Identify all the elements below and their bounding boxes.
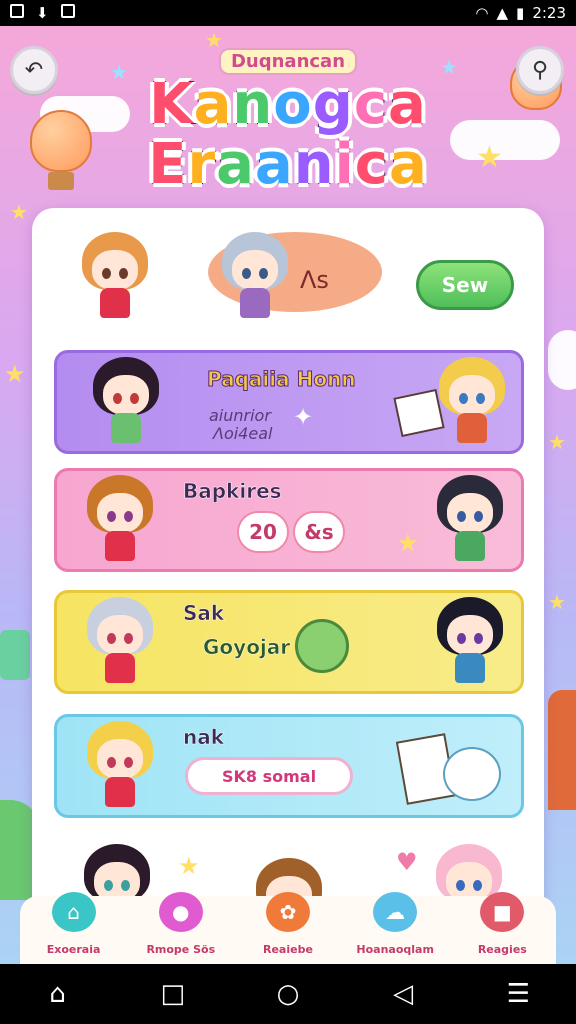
home-icon[interactable]: ⌂ [38,979,78,1009]
card-subtitle: Goyojar [203,635,291,660]
status-bar: ⬇ ◠ ▲ ▮ 2:23 [0,0,576,26]
sparkle-icon: ✦ [293,403,314,431]
character-avatar[interactable] [216,232,294,328]
character-avatar [431,597,509,693]
bottom-tab-bar: ⌂ Exoeraia ● Rmope Sös ✿ Reaiebe ☁ Hoanaoqlam ■ R… [20,892,556,964]
monster-icon [295,619,349,673]
magnifier-icon: ⚲ [531,57,549,83]
card-title: nak [183,725,225,750]
card-decoration [0,630,30,680]
tab-gift[interactable]: ■ Reagies [452,892,552,956]
back-icon[interactable]: ◁ [383,979,423,1009]
strawberry-icon: ✿ [265,892,310,932]
star-icon: ★ [548,430,566,454]
logo-title-line1: Kanogca [148,72,427,137]
bubble-icon: ● [158,892,203,932]
cloud-decoration [450,120,560,160]
character-avatar[interactable] [76,232,154,328]
tab-house[interactable]: ⌂ Exoeraia [24,892,124,956]
image-icon [10,4,24,18]
speech-text: Λs [300,266,329,294]
character-avatar [87,357,165,453]
castle-tower-decoration [548,690,576,810]
star-icon: ★ [10,200,28,224]
search-button[interactable]: ⚲ [516,46,564,94]
main-panel: Λs Sew Paqaiia Honn aiunrior Λoi4eal ✦ B… [32,208,544,978]
house-icon: ⌂ [51,892,96,932]
tab-label: Reagies [477,943,527,956]
game-logo: Duqnancan Kanogca Eraanica [120,48,456,197]
wifi-icon: ◠ [475,4,489,22]
system-nav-bar: ⌂ □ ○ ◁ ☰ [0,964,576,1024]
recents-icon[interactable]: □ [153,979,193,1009]
clock-text: 2:23 [532,4,566,22]
mode-card-4[interactable]: nak SK8 somal [54,714,524,818]
tab-label: Rmope Sös [146,943,216,956]
ghost-icon [443,747,501,801]
tab-label: Exoeraia [46,943,101,956]
menu-icon[interactable]: ☰ [498,979,538,1009]
star-icon: ★ [476,140,503,175]
heart-icon: ♥ [396,848,418,876]
card-description: Λoi4eal [213,424,273,443]
star-icon: ★ [397,529,419,557]
card-title: Bapkires [183,479,282,504]
back-arrow-icon: ↶ [24,57,44,83]
mode-card-2[interactable]: Bapkires 20 &s ★ [54,468,524,572]
character-avatar [81,475,159,571]
image-icon [60,4,75,18]
ghost-icon: ☁ [373,892,418,932]
download-icon: ⬇ [36,4,49,22]
profile-row: Λs Sew [32,208,544,338]
logo-title-line2: Eraanica [147,132,428,197]
character-avatar [81,721,159,817]
circle-home-icon[interactable]: ○ [268,979,308,1009]
character-avatar [433,357,511,453]
score-pill[interactable]: 20 [237,511,289,553]
star-icon: ★ [178,852,200,880]
card-title: Paqaiia Honn [207,367,357,392]
tab-bubble[interactable]: ● Rmope Sös [131,892,231,956]
gift-icon: ■ [480,892,525,932]
balloon-basket-icon [48,172,74,190]
tab-label: Hoanaoqlam [356,943,434,956]
score-pill[interactable]: &s [293,511,345,553]
card-title: Sak [183,601,225,626]
play-button[interactable]: Sew [416,260,514,310]
logo-subtitle: Duqnancan [218,48,358,75]
cloud-decoration [548,330,576,390]
tab-label: Reaiebe [263,943,313,956]
action-pill[interactable]: SK8 somal [185,757,353,795]
battery-icon: ▮ [516,4,525,22]
hot-air-balloon-icon [30,110,92,172]
mode-card-1[interactable]: Paqaiia Honn aiunrior Λoi4eal ✦ [54,350,524,454]
tab-ghost[interactable]: ☁ Hoanaoqlam [345,892,445,956]
signal-icon: ▲ [496,4,509,22]
character-avatar [81,597,159,693]
card-description: aiunrior [209,406,271,425]
star-icon: ★ [548,590,566,614]
character-avatar [431,475,509,571]
star-icon: ★ [4,360,26,388]
mode-card-3[interactable]: Sak Goyojar [54,590,524,694]
back-button[interactable]: ↶ [10,46,58,94]
tab-strawberry[interactable]: ✿ Reaiebe [238,892,338,956]
